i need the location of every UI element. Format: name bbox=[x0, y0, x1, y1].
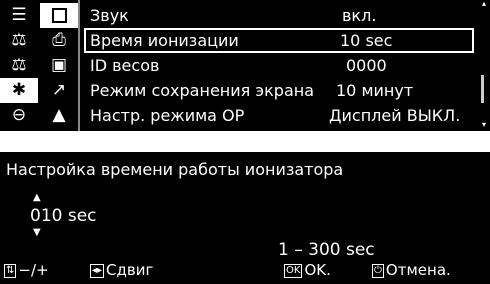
menu-row-label: Настр. режима ОР bbox=[90, 106, 245, 125]
ok-hint[interactable]: OK OK. bbox=[284, 261, 331, 279]
user-icon[interactable]: ▲ bbox=[40, 103, 78, 128]
menu-row-value: вкл. bbox=[342, 6, 377, 25]
change-value-label: −/+ bbox=[18, 261, 49, 279]
ok-key-icon: OK bbox=[284, 263, 303, 278]
print-icon[interactable]: ⎙ bbox=[40, 28, 78, 53]
menu-row-value: 10 минут bbox=[336, 81, 414, 100]
menu-row-label: Время ионизации bbox=[90, 31, 239, 50]
balance-icon[interactable]: ⚖ bbox=[0, 28, 38, 53]
menu-icon-column: ☰ ⚖ ⎙ ⚖ ▣ ✱ ↗ ⊖ ▲ bbox=[0, 0, 78, 131]
menu-row-value: Дисплей ВЫКЛ. bbox=[329, 106, 461, 125]
shift-hint[interactable]: ◂▸ Сдвиг bbox=[90, 261, 153, 279]
value-editor-screen: Настройка времени работы ионизатора ▲ 01… bbox=[0, 152, 490, 284]
up-down-keys-icon: ⇅ bbox=[4, 263, 17, 278]
menu-row-screensaver[interactable]: Режим сохранения экрана 10 минут bbox=[84, 78, 474, 103]
menu-row-balance-id[interactable]: ID весов 0000 bbox=[84, 53, 474, 78]
ok-label: OK. bbox=[304, 261, 331, 279]
cancel-label: Отмена. bbox=[385, 261, 451, 279]
menu-row-op-mode[interactable]: Настр. режима ОР Дисплей ВЫКЛ. bbox=[84, 103, 474, 128]
plus-box-icon[interactable] bbox=[40, 3, 78, 28]
menu-row-label: Режим сохранения экрана bbox=[90, 81, 315, 100]
menu-row-ionization-time[interactable]: Время ионизации 10 sec bbox=[84, 28, 474, 53]
list-icon[interactable]: ☰ bbox=[0, 3, 38, 28]
scrollbar-thumb[interactable] bbox=[481, 75, 484, 103]
menu-row-value: 10 sec bbox=[340, 31, 393, 50]
menu-row-sound[interactable]: Звук вкл. bbox=[84, 3, 474, 28]
graph-icon[interactable]: ↗ bbox=[40, 78, 78, 103]
scroll-down-icon[interactable]: ▾ bbox=[482, 121, 486, 129]
scroll-up-icon[interactable]: ▴ bbox=[482, 0, 486, 8]
cancel-hint[interactable]: ⏻ Отмена. bbox=[372, 261, 451, 279]
decrement-arrow-icon[interactable]: ▼ bbox=[33, 228, 41, 238]
editor-value[interactable]: 010 sec bbox=[30, 206, 97, 226]
left-right-keys-icon: ◂▸ bbox=[90, 263, 105, 278]
editor-range: 1 – 300 sec bbox=[278, 240, 375, 260]
editor-title: Настройка времени работы ионизатора bbox=[6, 160, 344, 179]
save-icon[interactable]: ▣ bbox=[40, 53, 78, 78]
gear-icon[interactable]: ✱ bbox=[0, 78, 38, 103]
settings-menu-screen: ☰ ⚖ ⎙ ⚖ ▣ ✱ ↗ ⊖ ▲ Звук вкл. Время иониза… bbox=[0, 0, 490, 131]
balance-settings-icon[interactable]: ⚖ bbox=[0, 53, 38, 78]
menu-row-label: Звук bbox=[90, 6, 129, 25]
menu-row-value: 0000 bbox=[346, 56, 387, 75]
increment-arrow-icon[interactable]: ▲ bbox=[33, 193, 41, 203]
power-key-icon: ⏻ bbox=[372, 263, 384, 278]
shift-label: Сдвиг bbox=[106, 261, 154, 279]
ion-icon[interactable]: ⊖ bbox=[0, 103, 38, 128]
menu-row-label: ID весов bbox=[90, 56, 160, 75]
menu-divider bbox=[78, 0, 80, 131]
change-value-hint[interactable]: ⇅ −/+ bbox=[4, 261, 49, 279]
